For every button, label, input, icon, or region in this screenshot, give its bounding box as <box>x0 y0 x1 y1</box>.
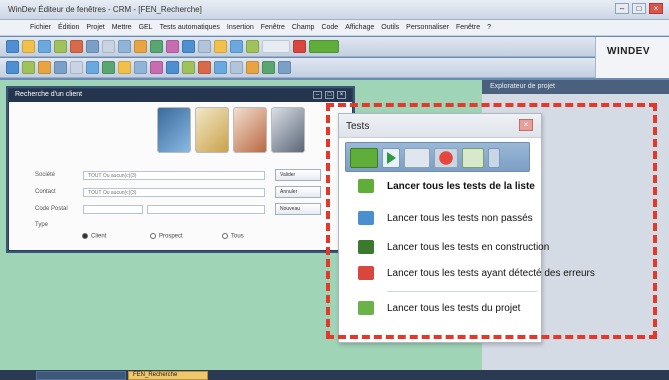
minimize-button[interactable]: – <box>615 3 629 14</box>
label-icon[interactable] <box>70 61 83 74</box>
field-label-code-postal: Code Postal <box>35 206 68 212</box>
zoom-dropdown[interactable] <box>262 40 290 53</box>
grid-icon[interactable] <box>182 40 195 53</box>
form-title-bar: Recherche d'un client – □ × <box>9 89 352 102</box>
folder-icon[interactable] <box>214 40 227 53</box>
code-postal-input[interactable] <box>83 205 143 214</box>
tab-icon[interactable] <box>214 61 227 74</box>
image-icon[interactable] <box>118 61 131 74</box>
menu-item[interactable]: Mettre <box>112 24 132 31</box>
windev-logo: WINDEV <box>595 37 669 78</box>
menu-item[interactable]: ? <box>487 24 491 31</box>
brand-text: WINDEV <box>607 46 650 57</box>
field-label-societe: Société <box>35 172 56 178</box>
secondary-toolbar <box>0 58 595 78</box>
table-icon[interactable] <box>86 61 99 74</box>
paste-icon[interactable] <box>118 40 131 53</box>
run-icon[interactable] <box>54 40 67 53</box>
radio-dot-icon <box>222 233 228 239</box>
image-tile-books <box>233 107 267 153</box>
form-maximize-icon[interactable]: □ <box>325 91 334 99</box>
menu-bar: Fichier Édition Projet Mettre GEL Tests … <box>0 20 669 36</box>
image-tile-blue <box>157 107 191 153</box>
radio-tous[interactable]: Tous <box>222 233 244 240</box>
menu-item[interactable]: Fenêtre <box>456 24 480 31</box>
menu-item[interactable]: Code <box>321 24 338 31</box>
new-icon[interactable] <box>6 40 19 53</box>
shape-icon[interactable] <box>230 61 243 74</box>
save-icon[interactable] <box>38 40 51 53</box>
project-explorer-title: Explorateur de projet <box>482 80 669 94</box>
error-icon[interactable] <box>293 40 306 53</box>
taskbar: FEN_Recherche <box>0 370 669 380</box>
menu-item[interactable]: Champ <box>292 24 315 31</box>
close-button[interactable]: × <box>649 3 663 14</box>
button-icon[interactable] <box>38 61 51 74</box>
radio-dot-icon <box>150 233 156 239</box>
menu-item[interactable]: Personnaliser <box>406 24 449 31</box>
web-icon[interactable] <box>278 61 291 74</box>
title-bar: WinDev Éditeur de fenêtres - CRM - [FEN_… <box>0 0 669 20</box>
menu-item[interactable]: Tests automatiques <box>160 24 220 31</box>
radio-prospect[interactable]: Prospect <box>150 233 183 240</box>
nouveau-button[interactable]: Nouveau <box>275 203 321 215</box>
menu-item[interactable]: Édition <box>58 24 79 31</box>
main-toolbar <box>0 37 595 57</box>
type-label: Type <box>35 222 49 228</box>
maximize-button[interactable]: □ <box>632 3 646 14</box>
radio-label: Prospect <box>159 233 183 240</box>
check-icon[interactable] <box>134 61 147 74</box>
radio-dot-icon <box>82 233 88 239</box>
menu-item[interactable]: Fichier <box>30 24 51 31</box>
menu-item[interactable]: Outils <box>381 24 399 31</box>
contact-input[interactable]: TOUT Ou aucun(c)(3) <box>83 188 265 197</box>
edit-icon[interactable] <box>54 61 67 74</box>
tree-icon[interactable] <box>182 61 195 74</box>
list-icon[interactable] <box>166 61 179 74</box>
annuler-button[interactable]: Annuler <box>275 186 321 198</box>
layout-icon[interactable] <box>6 61 19 74</box>
search-client-window[interactable]: Recherche d'un client – □ × Société TOUT… <box>8 88 353 251</box>
insert-icon[interactable] <box>22 61 35 74</box>
image-tile-lock <box>195 107 229 153</box>
undo-icon[interactable] <box>134 40 147 53</box>
window-icon[interactable] <box>230 40 243 53</box>
open-icon[interactable] <box>22 40 35 53</box>
html-icon[interactable] <box>262 61 275 74</box>
cut-icon[interactable] <box>86 40 99 53</box>
go-button[interactable] <box>309 40 339 53</box>
valider-button[interactable]: Valider <box>275 169 321 181</box>
menu-item[interactable]: Fenêtre <box>261 24 285 31</box>
window-controls: – □ × <box>615 3 663 14</box>
societe-input[interactable]: TOUT Ou aucun(c)(3) <box>83 171 265 180</box>
form-close-icon[interactable]: × <box>337 91 346 99</box>
radio-client[interactable]: Client <box>82 233 106 240</box>
combo-icon[interactable] <box>102 61 115 74</box>
ville-input[interactable] <box>147 205 265 214</box>
window-title: WinDev Éditeur de fenêtres - CRM - [FEN_… <box>8 5 202 14</box>
radio-label: Tous <box>231 233 244 240</box>
copy-icon[interactable] <box>102 40 115 53</box>
radio-label: Client <box>91 233 107 240</box>
find-icon[interactable] <box>166 40 179 53</box>
chart-icon[interactable] <box>198 61 211 74</box>
menu-item[interactable]: GEL <box>139 24 153 31</box>
form-minimize-icon[interactable]: – <box>313 91 322 99</box>
test-icon[interactable] <box>246 40 259 53</box>
menu-item[interactable]: Affichage <box>345 24 374 31</box>
menu-item[interactable]: Insertion <box>227 24 254 31</box>
menu-item[interactable]: Projet <box>86 24 104 31</box>
image-tile-laptop <box>271 107 305 153</box>
form-title: Recherche d'un client <box>15 91 83 98</box>
link-icon[interactable] <box>246 61 259 74</box>
redo-icon[interactable] <box>150 40 163 53</box>
stop-icon[interactable] <box>70 40 83 53</box>
highlight-frame <box>326 103 657 339</box>
taskbar-tab-active[interactable]: FEN_Recherche <box>128 371 208 380</box>
taskbar-button[interactable] <box>36 371 126 380</box>
form-window-controls: – □ × <box>313 91 346 99</box>
field-label-contact: Contact <box>35 189 56 195</box>
radio-icon[interactable] <box>150 61 163 74</box>
align-icon[interactable] <box>198 40 211 53</box>
